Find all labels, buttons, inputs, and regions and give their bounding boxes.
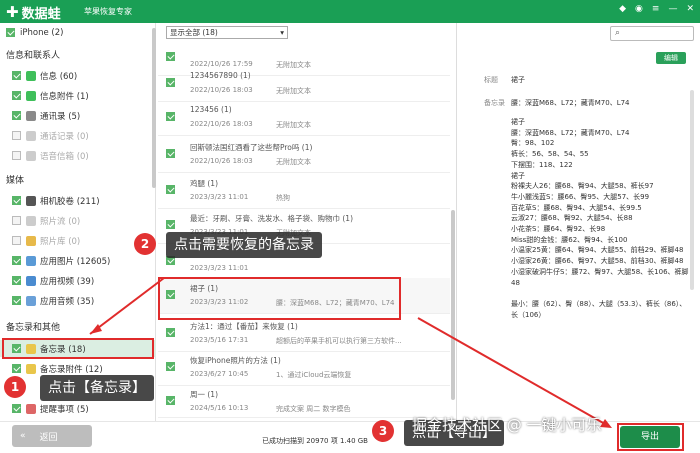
arrow-step3 <box>417 317 606 425</box>
step-callout-1: 点击【备忘录】 <box>40 375 154 401</box>
arrow-step1 <box>89 277 165 335</box>
watermark: 掘金技术社区 @ 一键小可乐 <box>412 416 602 434</box>
step-badge-1: 1 <box>4 376 26 398</box>
step-callout-2: 点击需要恢复的备忘录 <box>166 232 322 258</box>
step-badge-2: 2 <box>134 233 156 255</box>
step-badge-3: 3 <box>372 420 394 442</box>
